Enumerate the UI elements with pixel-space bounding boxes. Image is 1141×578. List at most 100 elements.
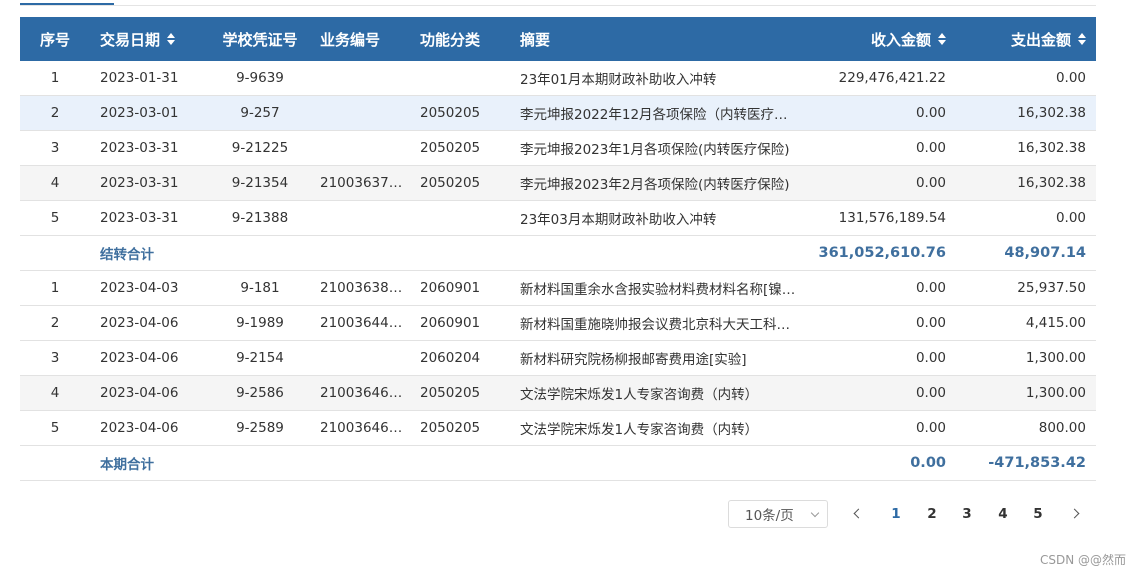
total-income: 361,052,610.76 [818, 245, 946, 261]
cell-voucher: 9-1989 [236, 315, 284, 331]
cell-biz-no: 21003638… [320, 280, 403, 296]
total-label: 本期合计 [100, 457, 154, 473]
cell-income: 0.00 [915, 280, 946, 296]
table-row[interactable]: 3 2023-04-06 9-2154 2060204 新材料研究院杨柳报邮寄费用途[实… [20, 341, 1096, 376]
cell-income: 0.00 [915, 420, 946, 436]
cell-expense: 800.00 [1038, 420, 1086, 436]
cell-index: 5 [50, 420, 60, 436]
cell-date: 2023-04-06 [100, 385, 179, 401]
cell-function [420, 61, 510, 95]
sort-icon[interactable] [938, 33, 946, 45]
col-header-income[interactable]: 收入金额 [800, 17, 946, 61]
total-income: 0.00 [910, 455, 946, 471]
page-button-4[interactable]: 4 [991, 500, 1015, 528]
table-row[interactable]: 3 2023-03-31 9-21225 2050205 李元坤报2023年1月各项保险… [20, 131, 1096, 166]
cell-income: 0.00 [915, 140, 946, 156]
cell-summary: 李元坤报2023年2月各项保险(内转医疗保险) [520, 177, 790, 193]
ledger-table: 序号 交易日期 学校凭证号 业务编号 功能分类 摘要 收入金额 支出金额 1 20… [20, 17, 1096, 481]
cell-biz-no [320, 96, 410, 130]
page-button-2[interactable]: 2 [920, 500, 944, 528]
col-header-voucher: 学校凭证号 [222, 30, 298, 49]
prev-page-icon[interactable] [853, 508, 864, 519]
table-row[interactable]: 1 2023-01-31 9-9639 23年01月本期财政补助收入冲转 229,476… [20, 61, 1096, 96]
total-label: 结转合计 [100, 247, 154, 263]
cell-summary: 李元坤报2023年1月各项保险(内转医疗保险) [520, 142, 790, 158]
col-header-summary: 摘要 [520, 30, 551, 49]
page-size-select[interactable]: 10条/页 [728, 500, 828, 528]
cell-index: 1 [50, 280, 60, 296]
page-size-label: 10条/页 [745, 508, 794, 524]
table-row[interactable]: 2 2023-03-01 9-257 2050205 李元坤报2022年12月各项保险（… [20, 96, 1096, 131]
cell-expense: 4,415.00 [1025, 315, 1086, 331]
cell-summary: 23年03月本期财政补助收入冲转 [520, 212, 717, 228]
chevron-down-icon [810, 508, 820, 518]
cell-summary: 新材料国重余水含报实验材料费材料名称[镍… [520, 282, 796, 298]
cell-date: 2023-03-31 [100, 175, 179, 191]
cell-expense: 16,302.38 [1017, 140, 1086, 156]
cell-biz-no [320, 131, 410, 165]
cell-voucher: 9-2154 [236, 350, 284, 366]
total-row: 结转合计 361,052,610.76 48,907.14 [20, 236, 1096, 271]
page-button-1[interactable]: 1 [884, 500, 908, 528]
cell-income: 131,576,189.54 [838, 210, 946, 226]
cell-function: 2050205 [420, 420, 481, 436]
page-button-3[interactable]: 3 [955, 500, 979, 528]
cell-biz-no [320, 61, 410, 95]
table-body: 1 2023-01-31 9-9639 23年01月本期财政补助收入冲转 229,476… [20, 61, 1096, 481]
cell-income: 0.00 [915, 385, 946, 401]
cell-summary: 文法学院宋烁发1人专家咨询费（内转） [520, 422, 759, 438]
next-page-icon[interactable] [1069, 508, 1080, 519]
cell-summary: 新材料研究院杨柳报邮寄费用途[实验] [520, 352, 747, 368]
cell-date: 2023-04-06 [100, 350, 179, 366]
table-row[interactable]: 4 2023-03-31 9-21354 21003637… 2050205 李元坤报20… [20, 166, 1096, 201]
cell-date: 2023-03-01 [100, 105, 179, 121]
cell-biz-no: 21003646… [320, 385, 403, 401]
cell-expense: 25,937.50 [1017, 280, 1086, 296]
cell-expense: 16,302.38 [1017, 105, 1086, 121]
cell-expense: 0.00 [1055, 70, 1086, 86]
pagination: 10条/页 1 2 3 4 5 [0, 500, 1141, 528]
table-row[interactable]: 1 2023-04-03 9-181 21003638… 2060901 新材料国重余水含… [20, 271, 1096, 306]
cell-date: 2023-03-31 [100, 210, 179, 226]
cell-income: 0.00 [915, 105, 946, 121]
cell-voucher: 9-21225 [231, 140, 289, 156]
col-header-index: 序号 [39, 30, 70, 49]
cell-date: 2023-04-06 [100, 420, 179, 436]
cell-voucher: 9-2586 [236, 385, 284, 401]
col-header-date[interactable]: 交易日期 [100, 17, 220, 61]
table-row[interactable]: 5 2023-03-31 9-21388 23年03月本期财政补助收入冲转 131,57… [20, 201, 1096, 236]
total-expense: 48,907.14 [1004, 245, 1086, 261]
cell-function: 2050205 [420, 105, 481, 121]
sort-icon[interactable] [1078, 33, 1086, 45]
cell-summary: 文法学院宋烁发1人专家咨询费（内转） [520, 387, 759, 403]
table-row[interactable]: 2 2023-04-06 9-1989 21003644… 2060901 新材料国重施晓… [20, 306, 1096, 341]
cell-index: 2 [50, 105, 60, 121]
cell-expense: 1,300.00 [1025, 385, 1086, 401]
col-header-expense[interactable]: 支出金额 [950, 17, 1086, 61]
cell-index: 2 [50, 315, 60, 331]
cell-function: 2050205 [420, 175, 481, 191]
sort-icon[interactable] [167, 33, 176, 45]
cell-index: 4 [50, 385, 60, 401]
cell-index: 5 [50, 210, 60, 226]
cell-index: 3 [50, 350, 60, 366]
cell-function: 2050205 [420, 140, 481, 156]
page-button-5[interactable]: 5 [1026, 500, 1050, 528]
table-row[interactable]: 4 2023-04-06 9-2586 21003646… 2050205 文法学院宋烁发… [20, 376, 1096, 411]
cell-index: 1 [50, 70, 60, 86]
cell-biz-no: 21003646… [320, 420, 403, 436]
cell-date: 2023-04-06 [100, 315, 179, 331]
cell-expense: 0.00 [1055, 210, 1086, 226]
cell-income: 0.00 [915, 175, 946, 191]
cell-biz-no: 21003637… [320, 175, 403, 191]
cell-expense: 16,302.38 [1017, 175, 1086, 191]
table-row[interactable]: 5 2023-04-06 9-2589 21003646… 2050205 文法学院宋烁发… [20, 411, 1096, 446]
cell-date: 2023-03-31 [100, 140, 179, 156]
cell-date: 2023-01-31 [100, 70, 179, 86]
col-header-biz-no: 业务编号 [320, 30, 381, 49]
watermark: CSDN @@然而 [1039, 553, 1126, 567]
cell-summary: 新材料国重施晓帅报会议费北京科大天工科… [520, 317, 790, 333]
total-expense: -471,853.42 [988, 455, 1086, 471]
tab-bar-divider [20, 5, 1096, 6]
cell-function [420, 201, 510, 235]
